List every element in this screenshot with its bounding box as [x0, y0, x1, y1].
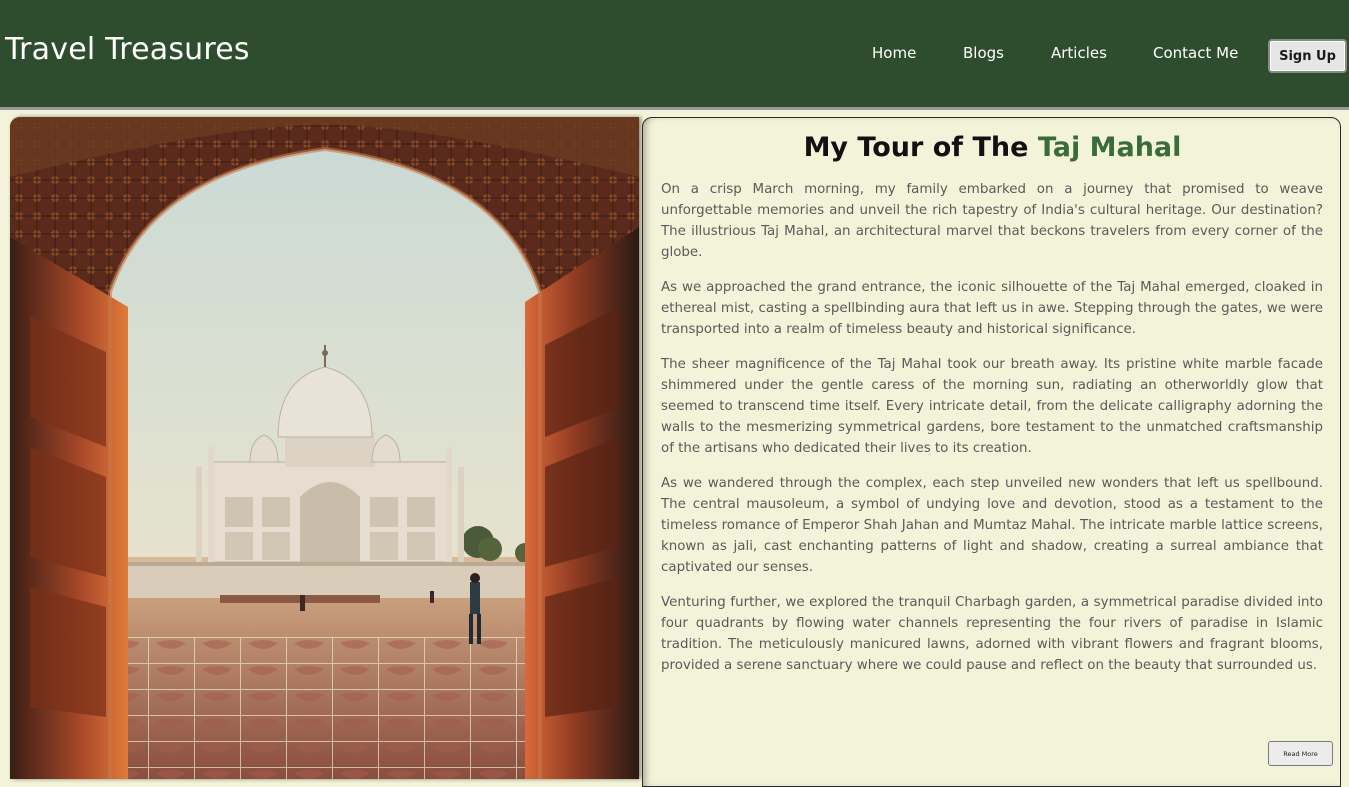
article-paragraph: Venturing further, we explored the tranq…	[661, 595, 1323, 673]
nav-link-home[interactable]: Home	[872, 44, 916, 62]
article-title: My Tour of The Taj Mahal	[643, 132, 1342, 163]
taj-mahal-photo	[10, 117, 639, 779]
article-card: My Tour of The Taj Mahal On a crisp Marc…	[642, 117, 1341, 787]
main-nav: Home Blogs Articles Contact Me	[0, 44, 1349, 68]
article-body: On a crisp March morning, my family emba…	[661, 179, 1323, 690]
article-paragraph: The sheer magnificence of the Taj Mahal …	[661, 357, 1323, 456]
title-accent: Taj Mahal	[1037, 132, 1182, 163]
nav-link-articles[interactable]: Articles	[1051, 44, 1107, 62]
nav-link-blogs[interactable]: Blogs	[963, 44, 1004, 62]
top-navbar: Travel Treasures Home Blogs Articles Con…	[0, 0, 1349, 110]
title-prefix: My Tour of The	[803, 132, 1029, 163]
read-more-button[interactable]: Read More	[1268, 741, 1333, 766]
article-paragraph: As we approached the grand entrance, the…	[661, 280, 1323, 337]
sign-up-button[interactable]: Sign Up	[1268, 39, 1347, 73]
article-paragraph: As we wandered through the complex, each…	[661, 476, 1323, 575]
article-paragraph: On a crisp March morning, my family emba…	[661, 182, 1323, 260]
nav-link-contact[interactable]: Contact Me	[1153, 44, 1238, 62]
